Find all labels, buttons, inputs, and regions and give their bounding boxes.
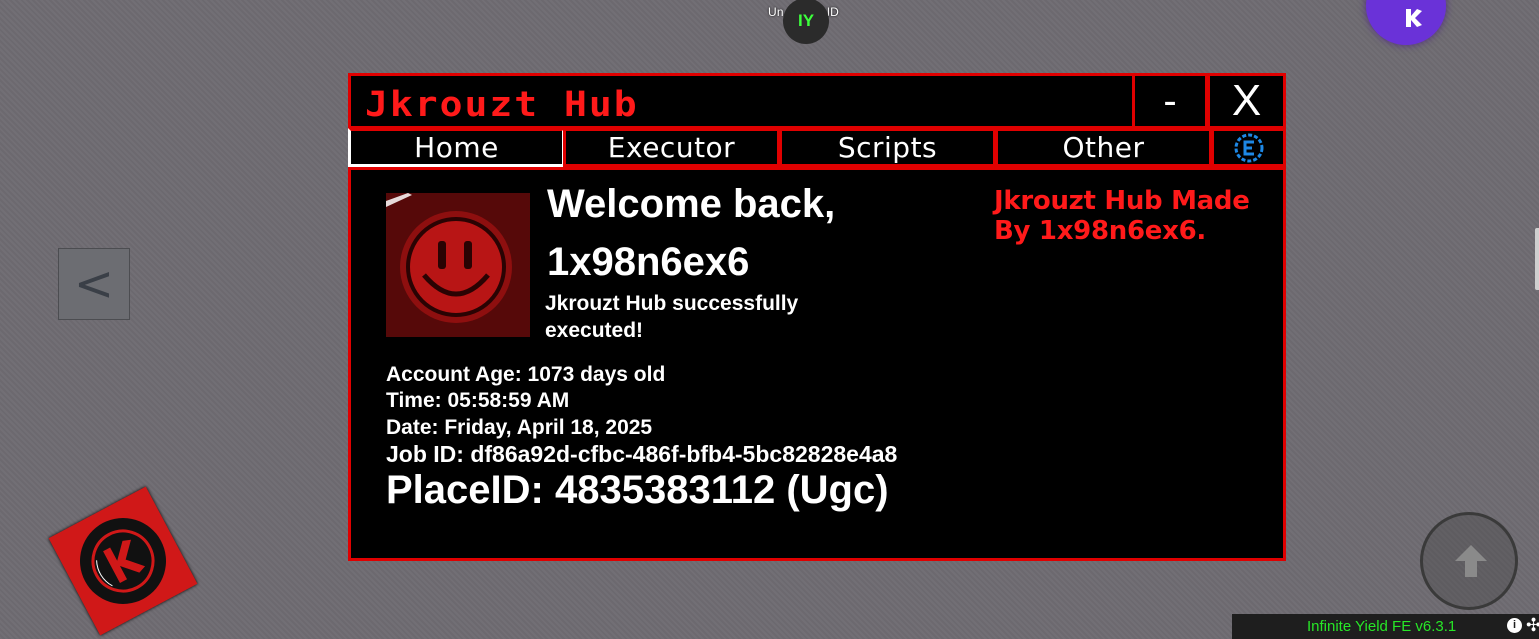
execution-status: Jkrouzt Hub successfully executed! <box>545 292 799 342</box>
infinite-yield-version: Infinite Yield FE v6.3.1 <box>1307 618 1457 635</box>
tab-home[interactable]: Home <box>348 128 565 167</box>
hub-title: Jkrouzt Hub <box>365 83 639 125</box>
job-id-label: Job ID: df86a92d-cfbc-486f-bfb4-5bc82828… <box>386 441 898 467</box>
credit-text: Jkrouzt Hub Made By 1x98n6ex6. <box>994 186 1250 246</box>
user-avatar <box>386 193 530 337</box>
tab-executor[interactable]: Executor <box>563 128 780 167</box>
side-panel-edge[interactable] <box>1535 228 1539 290</box>
time-label: Time: 05:58:59 AM <box>386 389 570 412</box>
minimize-button[interactable]: - <box>1132 73 1208 129</box>
tab-other[interactable]: Other <box>995 128 1212 167</box>
kohl-admin-button[interactable] <box>1366 0 1446 45</box>
hub-tab-bar: Home Executor Scripts Other <box>348 128 1286 167</box>
welcome-heading: Welcome back, <box>547 182 836 226</box>
k-logo-icon <box>1406 9 1422 27</box>
cheat-engine-icon <box>1234 133 1263 162</box>
username-label: 1x98n6ex6 <box>547 240 750 284</box>
infinite-yield-toggle-button[interactable]: IY <box>783 0 829 44</box>
place-id-label: PlaceID: 4835383112 (Ugc) <box>386 468 889 512</box>
arrow-up-icon <box>1455 545 1487 577</box>
back-button[interactable]: < <box>58 248 130 320</box>
jkrouzt-logo-toggle-button[interactable] <box>48 486 198 636</box>
info-icon[interactable]: i <box>1507 618 1522 633</box>
tab-scripts[interactable]: Scripts <box>779 128 996 167</box>
infinite-yield-bar[interactable]: Infinite Yield FE v6.3.1 i ✣ <box>1232 614 1539 639</box>
close-button[interactable]: X <box>1207 73 1286 129</box>
move-icon[interactable]: ✣ <box>1526 615 1539 636</box>
account-age-label: Account Age: 1073 days old <box>386 363 666 386</box>
home-panel: Welcome back, 1x98n6ex6 Jkrouzt Hub succ… <box>348 167 1286 561</box>
jkrouzt-hub-window: Jkrouzt Hub - X Home Executor Scripts Ot… <box>348 73 1286 561</box>
intuitiva-logo-icon <box>64 502 182 620</box>
jump-button[interactable] <box>1420 512 1518 610</box>
date-label: Date: Friday, April 18, 2025 <box>386 416 653 439</box>
tab-cheat-engine[interactable] <box>1211 128 1286 167</box>
